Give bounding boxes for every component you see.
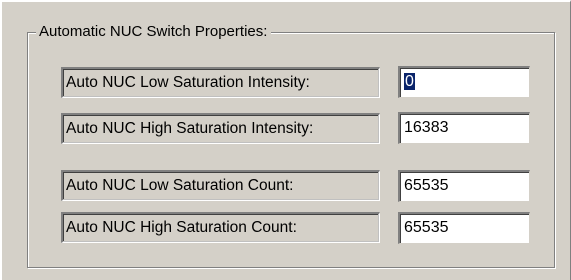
low-saturation-intensity-label: Auto NUC Low Saturation Intensity:: [61, 67, 380, 98]
low-saturation-count-field[interactable]: 65535: [398, 170, 530, 202]
low-saturation-count-label: Auto NUC Low Saturation Count:: [61, 170, 380, 201]
selected-text: 0: [404, 73, 415, 90]
high-saturation-count-field[interactable]: 65535: [398, 212, 530, 244]
properties-panel: Automatic NUC Switch Properties: Auto NU…: [0, 0, 571, 280]
group-title: Automatic NUC Switch Properties:: [36, 21, 272, 43]
low-saturation-intensity-field[interactable]: 0: [398, 66, 530, 98]
high-saturation-count-label: Auto NUC High Saturation Count:: [61, 212, 380, 243]
high-saturation-intensity-label: Auto NUC High Saturation Intensity:: [61, 113, 380, 144]
high-saturation-intensity-field[interactable]: 16383: [398, 112, 530, 144]
